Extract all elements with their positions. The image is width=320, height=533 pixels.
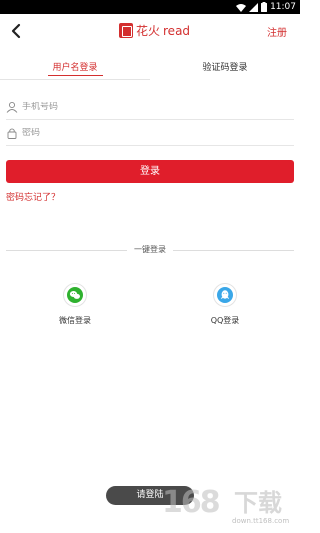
status-bar: 11:07: [0, 0, 300, 14]
signal-icon: [249, 2, 259, 12]
wechat-icon-circle[interactable]: [63, 283, 87, 307]
wifi-icon: [236, 3, 247, 12]
username-field: [6, 94, 294, 120]
app-header: 花火 read 注册: [0, 14, 300, 48]
user-icon: [6, 101, 18, 113]
app-logo: 花火 read: [119, 22, 190, 39]
qq-login-button[interactable]: QQ登录: [195, 283, 255, 326]
wechat-icon: [67, 287, 83, 303]
login-tabs: 用户名登录 验证码登录: [0, 58, 300, 80]
lock-icon: [7, 127, 17, 139]
wechat-login-label: 微信登录: [59, 316, 91, 325]
username-input[interactable]: [22, 101, 282, 112]
tab-username-login[interactable]: 用户名登录: [0, 58, 150, 80]
qq-icon: [217, 287, 233, 303]
logo-text-en: read: [163, 23, 191, 38]
divider-line-right: [173, 250, 294, 251]
wechat-login-button[interactable]: 微信登录: [45, 283, 105, 326]
forgot-password-link[interactable]: 密码忘记了？: [6, 190, 60, 203]
password-field: [6, 120, 294, 146]
qq-icon-circle[interactable]: [213, 283, 237, 307]
chevron-left-icon[interactable]: [8, 22, 26, 40]
logo-text-cn: 花火: [136, 24, 161, 38]
status-time: 11:07: [270, 2, 296, 12]
register-button[interactable]: 注册: [267, 24, 287, 39]
status-icons: 11:07: [236, 1, 296, 13]
site-watermark: 168 下载 down.tt168.com: [162, 486, 292, 530]
quick-login-heading: 一键登录: [134, 245, 166, 254]
logo-mark-icon: [119, 23, 133, 38]
qq-login-label: QQ登录: [210, 316, 240, 325]
login-button[interactable]: 登录: [6, 160, 294, 183]
active-tab-indicator: [48, 75, 103, 76]
watermark-digits: 168: [162, 485, 221, 520]
watermark-url: down.tt168.com: [232, 517, 290, 525]
divider-line-left: [6, 250, 127, 251]
tab-code-login[interactable]: 验证码登录: [150, 58, 300, 80]
battery-icon: [261, 2, 268, 12]
password-input[interactable]: [22, 127, 282, 138]
watermark-text: 下载: [234, 489, 282, 517]
